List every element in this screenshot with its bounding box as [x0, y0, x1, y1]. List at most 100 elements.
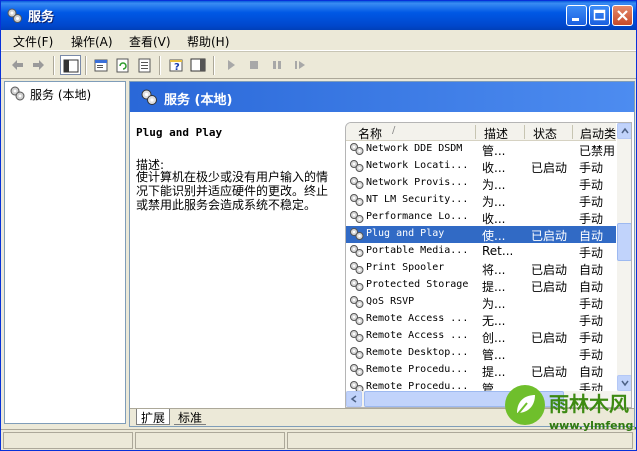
cell-name: Performance Lo... — [366, 211, 469, 222]
minimize-button[interactable] — [566, 5, 587, 26]
help-button[interactable]: ? — [166, 55, 187, 75]
list-rows: Network DDE DSDM 管... 已禁用 Network Locati...… — [346, 141, 616, 396]
cell-name: Remote Access ... — [366, 313, 469, 324]
column-divider[interactable] — [475, 125, 476, 139]
table-row[interactable]: Print Spooler 将... 已启动 自动 — [346, 260, 616, 277]
table-row[interactable]: Portable Media... Ret... 手动 — [346, 243, 616, 260]
chevron-up-icon — [621, 127, 629, 134]
back-button[interactable] — [7, 55, 28, 75]
restart-service-button[interactable] — [290, 55, 311, 75]
menu-action[interactable]: 操作(A) — [71, 33, 113, 50]
description-pane: Plug and Play 描述: 使计算机在极少或没有用户输入的情况下能识别并… — [130, 112, 345, 408]
cell-startup-type: 手动 — [579, 212, 604, 226]
scroll-up-button[interactable] — [617, 123, 631, 139]
cell-description: Ret... — [482, 244, 514, 258]
column-divider[interactable] — [524, 125, 525, 139]
table-row[interactable]: Network Locati... 收... 已启动 手动 — [346, 158, 616, 175]
scroll-thumb[interactable] — [617, 223, 631, 261]
stop-icon — [250, 61, 258, 69]
refresh-icon — [116, 58, 129, 73]
service-gear-icon — [350, 211, 364, 223]
cell-startup-type: 自动 — [579, 229, 604, 243]
properties-button[interactable] — [91, 55, 112, 75]
cell-startup-type: 手动 — [579, 314, 604, 328]
service-gear-icon — [350, 177, 364, 189]
cell-description: 提... — [482, 280, 506, 294]
svg-text:?: ? — [174, 62, 180, 73]
watermark-url: www.ylmfeng.com — [549, 419, 636, 432]
details-panel: 服务 (本地) Plug and Play 描述: 使计算机在极少或没有用户输入… — [129, 81, 635, 427]
service-gear-icon — [350, 262, 364, 274]
table-row[interactable]: Protected Storage 提... 已启动 自动 — [346, 277, 616, 294]
cell-startup-type: 已禁用 — [579, 144, 616, 158]
toolbar-separator — [85, 56, 87, 75]
pause-service-button[interactable] — [267, 55, 288, 75]
cell-startup-type: 自动 — [579, 365, 604, 379]
table-row[interactable]: Performance Lo... 收... 手动 — [346, 209, 616, 226]
table-row[interactable]: Network Provis... 为... 手动 — [346, 175, 616, 192]
table-row[interactable]: Plug and Play 使... 已启动 自动 — [346, 226, 616, 243]
cell-description: 为... — [482, 297, 506, 311]
table-row[interactable]: Remote Procedu... 提... 已启动 自动 — [346, 362, 616, 379]
column-header-status[interactable]: 状态 — [533, 125, 557, 142]
cell-status: 已启动 — [531, 331, 568, 345]
start-service-button[interactable] — [221, 55, 242, 75]
toolbar: ? — [1, 51, 636, 79]
panel-body: Plug and Play 描述: 使计算机在极少或没有用户输入的情况下能识别并… — [130, 112, 634, 408]
table-row[interactable]: QoS RSVP 为... 手动 — [346, 294, 616, 311]
cell-name: NT LM Security... — [366, 194, 469, 205]
table-row[interactable]: NT LM Security... 为... 手动 — [346, 192, 616, 209]
cell-startup-type: 自动 — [579, 263, 604, 277]
service-gear-icon — [350, 228, 364, 240]
cell-description: 为... — [482, 178, 506, 192]
window-title: 服务 — [28, 10, 55, 25]
status-segment — [135, 432, 285, 449]
close-icon — [617, 10, 628, 21]
table-row[interactable]: Remote Access ... 无... 手动 — [346, 311, 616, 328]
cell-description: 收... — [482, 212, 506, 226]
selected-service-name: Plug and Play — [136, 126, 223, 139]
console-tree: 服务 (本地) — [4, 81, 126, 424]
cell-startup-type: 手动 — [579, 178, 604, 192]
cell-startup-type: 手动 — [579, 195, 604, 209]
export-list-icon — [138, 58, 151, 73]
table-row[interactable]: Remote Access ... 创... 已启动 手动 — [346, 328, 616, 345]
cell-name: Remote Procedu... — [366, 364, 469, 375]
cell-name: Remote Access ... — [366, 330, 469, 341]
column-divider[interactable] — [572, 125, 573, 139]
column-header-startup-type[interactable]: 启动类 — [580, 125, 616, 142]
table-row[interactable]: Remote Desktop... 管... 手动 — [346, 345, 616, 362]
scroll-left-button[interactable] — [346, 391, 362, 407]
show-hide-action-pane-button[interactable] — [188, 55, 209, 75]
action-pane-icon — [190, 58, 206, 72]
column-header-description[interactable]: 描述 — [484, 125, 508, 142]
export-list-button[interactable] — [135, 55, 156, 75]
cell-description: 收... — [482, 161, 506, 175]
column-header-name[interactable]: 名称 — [358, 125, 382, 142]
menu-help[interactable]: 帮助(H) — [187, 33, 229, 50]
cell-name: Remote Desktop... — [366, 347, 469, 358]
close-button[interactable] — [612, 5, 633, 26]
vertical-scrollbar[interactable] — [617, 123, 631, 391]
forward-button[interactable] — [29, 55, 50, 75]
play-icon — [228, 60, 235, 70]
maximize-button[interactable] — [589, 5, 610, 26]
tab-standard[interactable]: 标准 — [174, 409, 207, 425]
cell-status: 已启动 — [531, 263, 568, 277]
cell-description: 提... — [482, 365, 506, 379]
tree-item-label: 服务 (本地) — [30, 88, 92, 102]
table-row[interactable]: Network DDE DSDM 管... 已禁用 — [346, 141, 616, 158]
show-hide-console-tree-button[interactable] — [60, 55, 81, 75]
tab-extended[interactable]: 扩展 — [136, 409, 171, 425]
services-window: 服务 文件(F) 操作(A) 查看(V) 帮助(H) ? 服务 (本地) 服务 … — [0, 0, 637, 451]
menu-file[interactable]: 文件(F) — [13, 33, 53, 50]
cell-description: 将... — [482, 263, 506, 277]
menu-view[interactable]: 查看(V) — [129, 33, 171, 50]
cell-name: Plug and Play — [366, 228, 445, 239]
panel-header-title: 服务 (本地) — [164, 93, 233, 108]
cell-name: Protected Storage — [366, 279, 469, 290]
service-gear-icon — [350, 296, 364, 308]
refresh-button[interactable] — [113, 55, 134, 75]
title-bar[interactable]: 服务 — [1, 1, 636, 30]
stop-service-button[interactable] — [244, 55, 265, 75]
